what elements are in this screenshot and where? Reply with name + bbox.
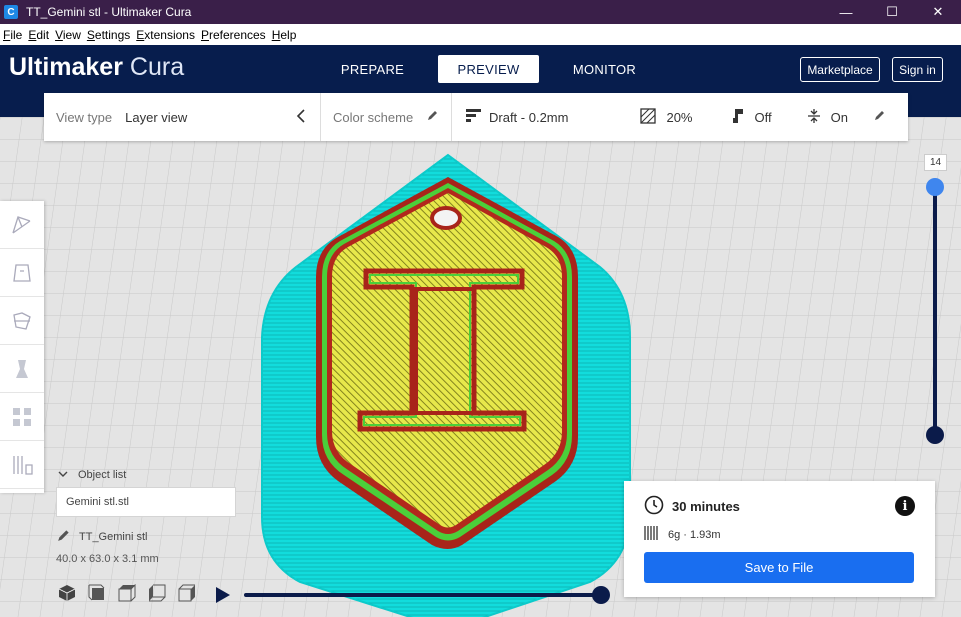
- infill-value: 20%: [666, 109, 693, 125]
- tab-monitor[interactable]: MONITOR: [554, 55, 655, 83]
- view-type-label: View type: [56, 109, 113, 125]
- profile-value: Draft - 0.2mm: [489, 109, 569, 125]
- per-model-settings-icon[interactable]: [0, 393, 44, 441]
- layer-slider-track[interactable]: [933, 186, 937, 436]
- support-blocker-icon[interactable]: [0, 441, 44, 489]
- material-estimate: 6g · 1.93m: [644, 525, 721, 544]
- filament-icon: [644, 525, 660, 544]
- menu-preferences[interactable]: Preferences: [198, 28, 269, 42]
- close-button[interactable]: ✕: [915, 0, 961, 24]
- stage-tabs: PREPARE PREVIEW MONITOR: [322, 55, 670, 83]
- play-icon[interactable]: [214, 586, 232, 604]
- object-dimensions: 40.0 x 63.0 x 3.1 mm: [56, 553, 159, 565]
- object-list-item[interactable]: Gemini stl.stl: [56, 487, 236, 517]
- print-setup-selector[interactable]: Draft - 0.2mm 20% Off On: [452, 93, 898, 141]
- chevron-left-icon[interactable]: [296, 108, 306, 127]
- minimize-button[interactable]: —: [823, 0, 869, 24]
- window-title: TT_Gemini stl - Ultimaker Cura: [26, 5, 192, 19]
- tool-panel: [0, 201, 44, 493]
- clock-icon: [644, 495, 664, 518]
- move-tool-icon[interactable]: [0, 201, 44, 249]
- profile-icon: [466, 108, 481, 126]
- print-time: 30 minutes: [644, 495, 740, 518]
- tab-preview[interactable]: PREVIEW: [438, 55, 539, 83]
- menu-extensions[interactable]: Extensions: [133, 28, 198, 42]
- marketplace-button[interactable]: Marketplace: [800, 57, 880, 82]
- infill-icon: [640, 107, 657, 127]
- object-list-toggle[interactable]: Object list: [58, 469, 126, 481]
- color-scheme-selector[interactable]: Color scheme: [321, 93, 451, 141]
- view-front-icon[interactable]: [88, 583, 118, 603]
- view-top-icon[interactable]: [118, 583, 148, 603]
- rotate-tool-icon[interactable]: [0, 297, 44, 345]
- menu-file[interactable]: File: [0, 28, 25, 42]
- save-to-file-button[interactable]: Save to File: [644, 552, 914, 583]
- menu-settings[interactable]: Settings: [84, 28, 133, 42]
- support-value: Off: [754, 109, 772, 125]
- menu-help[interactable]: Help: [269, 28, 300, 42]
- adhesion-icon: [807, 108, 821, 127]
- object-list-label: Object list: [78, 469, 127, 481]
- layer-slider-lower-handle[interactable]: [926, 426, 944, 444]
- view-type-value: Layer view: [125, 109, 188, 125]
- menu-bar: File Edit View Settings Extensions Prefe…: [0, 24, 961, 45]
- print-settings-bar: View type Layer view Color scheme Draft …: [44, 93, 908, 141]
- pencil-icon[interactable]: [874, 109, 886, 124]
- support-icon: [731, 108, 745, 127]
- view-type-selector[interactable]: View type Layer view: [44, 93, 320, 141]
- pencil-icon[interactable]: [427, 109, 439, 124]
- print-information-panel: 30 minutes i 6g · 1.93m Save to File: [624, 481, 935, 597]
- adhesion-value: On: [830, 109, 848, 125]
- sign-in-button[interactable]: Sign in: [892, 57, 943, 82]
- color-scheme-label: Color scheme: [333, 109, 414, 125]
- maximize-button[interactable]: ☐: [869, 0, 915, 24]
- info-icon[interactable]: i: [895, 496, 915, 516]
- view-right-icon[interactable]: [178, 583, 208, 603]
- title-bar: C TT_Gemini stl - Ultimaker Cura — ☐ ✕: [0, 0, 961, 24]
- mirror-tool-icon[interactable]: [0, 345, 44, 393]
- logo-ultimaker: Ultimaker: [9, 53, 123, 81]
- simulation-slider-handle[interactable]: [592, 586, 610, 604]
- view-left-icon[interactable]: [148, 583, 178, 603]
- job-name[interactable]: TT_Gemini stl: [57, 528, 147, 545]
- logo-cura: Cura: [129, 53, 185, 81]
- menu-view[interactable]: View: [52, 28, 84, 42]
- pencil-icon: [57, 528, 71, 545]
- material-estimate-value: 6g · 1.93m: [668, 528, 721, 541]
- job-name-text: TT_Gemini stl: [79, 530, 148, 543]
- chevron-down-icon: [58, 469, 68, 481]
- camera-view-buttons: [58, 583, 208, 603]
- current-layer-label[interactable]: 14: [924, 154, 947, 171]
- menu-edit[interactable]: Edit: [25, 28, 52, 42]
- window-controls: — ☐ ✕: [823, 0, 961, 24]
- layer-slider-upper-handle[interactable]: [926, 178, 944, 196]
- ultimaker-cura-logo: Ultimaker Cura: [9, 53, 184, 82]
- simulation-slider-track[interactable]: [244, 593, 602, 597]
- view-3d-icon[interactable]: [58, 583, 88, 603]
- print-time-value: 30 minutes: [672, 499, 740, 514]
- tab-prepare[interactable]: PREPARE: [322, 55, 423, 83]
- scale-tool-icon[interactable]: [0, 249, 44, 297]
- cura-app-icon: C: [4, 5, 18, 19]
